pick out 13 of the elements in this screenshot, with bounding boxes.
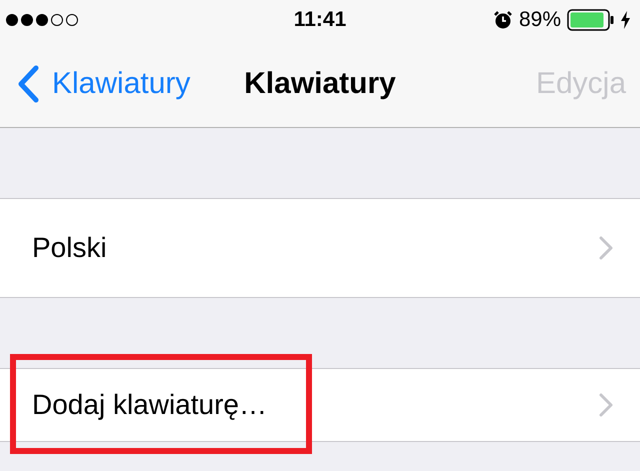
status-time: 11:41 <box>294 8 346 32</box>
nav-title: Klawiatury <box>244 66 396 100</box>
battery-icon <box>567 9 615 31</box>
battery-percent: 89% <box>518 8 561 32</box>
row-label: Polski <box>32 232 107 264</box>
back-button[interactable]: Klawiatury <box>16 64 190 102</box>
row-label: Dodaj klawiaturę… <box>32 389 267 421</box>
chevron-icon <box>598 392 614 418</box>
chevron-icon <box>598 235 614 261</box>
settings-row[interactable]: Polski <box>0 198 640 297</box>
back-chevron-icon <box>16 64 40 102</box>
settings-row[interactable]: Dodaj klawiaturę… <box>0 368 640 442</box>
back-label: Klawiatury <box>52 66 190 100</box>
